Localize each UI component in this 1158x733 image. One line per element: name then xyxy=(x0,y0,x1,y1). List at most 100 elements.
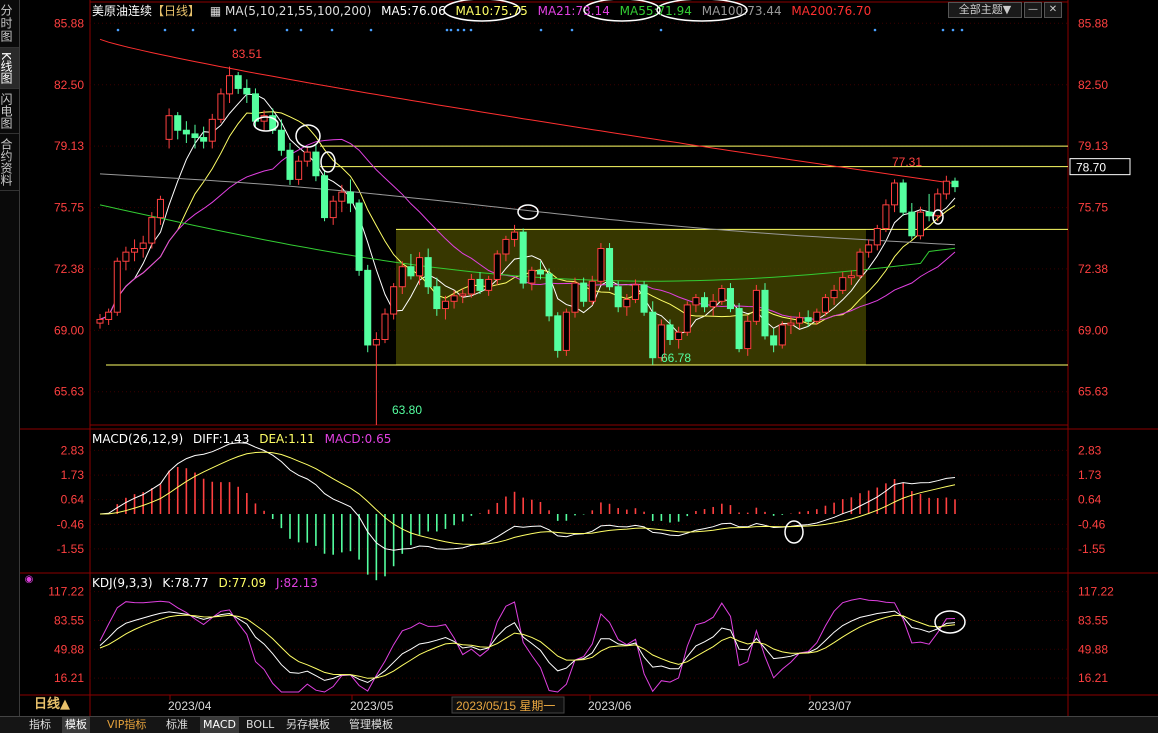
j-value: J:82.13 xyxy=(275,576,318,590)
price-tick-left: 69.00 xyxy=(54,323,84,337)
event-marker xyxy=(462,28,466,32)
candle-body xyxy=(329,200,337,219)
tab-standard[interactable]: 标准 xyxy=(163,717,191,733)
candle-body xyxy=(804,317,812,322)
tab-save-template[interactable]: 另存模板 xyxy=(283,717,333,733)
macd-value: MACD:0.65 xyxy=(324,432,392,446)
event-marker xyxy=(116,28,120,32)
event-marker xyxy=(873,28,877,32)
candle-body xyxy=(398,266,406,288)
event-marker xyxy=(299,28,303,32)
candle-body xyxy=(208,118,216,142)
candle-body xyxy=(156,198,164,219)
close-icon[interactable]: ✕ xyxy=(1044,2,1062,18)
price-tick-right: 85.88 xyxy=(1078,16,1108,30)
candle-body xyxy=(424,257,432,288)
highlight-circle xyxy=(517,204,539,220)
candle-body xyxy=(856,251,864,277)
candle-body xyxy=(502,238,510,255)
candle-body xyxy=(675,331,683,340)
candle-body xyxy=(562,311,570,351)
ma10-value: MA10:75.75 xyxy=(455,4,528,18)
tab-macd[interactable]: MACD xyxy=(200,717,239,733)
main-legend: 美原油连续【日线】 ▦ MA(5,10,21,55,100,200) MA5:7… xyxy=(92,2,877,19)
candle-body xyxy=(813,311,821,322)
candle-body xyxy=(113,260,121,313)
sidebar: 分时图 K线图 闪电图 合约资料 xyxy=(0,0,20,716)
candle-body xyxy=(485,278,493,291)
tab-time-share[interactable]: 分时图 xyxy=(0,0,19,48)
settings-icon[interactable]: ▦ xyxy=(210,4,221,18)
ma100-value: MA100:73.44 xyxy=(701,4,782,18)
candle-body xyxy=(597,248,605,282)
candle-body xyxy=(787,322,795,326)
kdj-tick-right: 16.21 xyxy=(1078,671,1108,685)
tab-template[interactable]: 模板 xyxy=(62,717,90,733)
candle-body xyxy=(942,180,950,195)
macd-tick-left: -1.55 xyxy=(57,542,85,556)
date-label: 2023/07 xyxy=(808,699,852,713)
candle-body xyxy=(692,297,700,306)
event-marker xyxy=(163,28,167,32)
indicator-settings-icon[interactable]: ◉ xyxy=(22,573,36,587)
macd-tick-right: 1.73 xyxy=(1078,468,1102,482)
candle-body xyxy=(536,269,544,275)
candle-body xyxy=(122,251,130,262)
ma5-value: MA5:76.06 xyxy=(381,4,446,18)
candle-body xyxy=(528,269,536,284)
tab-kline[interactable]: K线图 xyxy=(0,48,19,89)
price-tick-left: 75.75 xyxy=(54,201,84,215)
event-marker xyxy=(570,28,574,32)
candle-body xyxy=(234,75,242,89)
candle-body xyxy=(640,284,648,313)
candle-body xyxy=(735,308,743,350)
candle-body xyxy=(226,75,234,95)
last-price-label: 78.70 xyxy=(1076,161,1106,175)
event-marker xyxy=(659,28,663,32)
tab-flash-chart[interactable]: 闪电图 xyxy=(0,89,19,134)
tab-label: 合约资料 xyxy=(0,137,13,186)
candle-body xyxy=(139,242,147,250)
chart-canvas[interactable]: 85.88 85.88 82.50 82.50 79.13 79.13 75.75 75.75… xyxy=(20,0,1158,716)
ma55-value: MA55:71.94 xyxy=(619,4,692,18)
candle-body xyxy=(821,297,829,313)
candle-body xyxy=(726,288,734,310)
candle-body xyxy=(441,300,449,310)
candle-body xyxy=(416,257,424,277)
tab-vip-indicator[interactable]: VIP指标 xyxy=(104,717,149,733)
kdj-tick-right: 49.88 xyxy=(1078,642,1108,656)
d-value: D:77.09 xyxy=(218,576,267,590)
candle-body xyxy=(338,191,346,202)
candle-body xyxy=(778,324,786,346)
candle-body xyxy=(165,115,173,140)
event-marker xyxy=(445,28,449,32)
date-label: 2023/06 xyxy=(588,699,632,713)
candle-body xyxy=(519,231,527,284)
candle-body xyxy=(346,191,354,204)
candle-body xyxy=(631,284,639,300)
tab-contract-info[interactable]: 合约资料 xyxy=(0,134,19,191)
candle-body xyxy=(321,175,329,219)
macd-name: MACD(26,12,9) xyxy=(92,432,184,446)
macd-tick-left: 2.83 xyxy=(61,443,85,457)
kdj-name: KDJ(9,3,3) xyxy=(92,576,153,590)
candle-body xyxy=(433,286,441,310)
highlight-circle xyxy=(934,610,966,634)
period-selector-button[interactable]: 日线▲ xyxy=(22,696,82,714)
candle-body xyxy=(476,278,484,291)
ma-set: MA(5,10,21,55,100,200) xyxy=(225,4,372,18)
recent-high-label: 77.31 xyxy=(892,155,922,169)
tab-indicator[interactable]: 指标 xyxy=(26,717,54,733)
minimize-icon[interactable]: — xyxy=(1024,2,1042,18)
candle-body xyxy=(882,204,890,230)
candle-body xyxy=(96,318,104,324)
candle-body xyxy=(131,248,139,253)
price-tick-left: 79.13 xyxy=(54,139,84,153)
candle-body xyxy=(623,298,631,308)
tab-boll[interactable]: BOLL xyxy=(243,717,277,733)
candle-body xyxy=(571,282,579,313)
theme-select-button[interactable]: 全部主题▼ xyxy=(948,2,1022,18)
candle-body xyxy=(908,211,916,237)
candle-body xyxy=(580,282,588,302)
tab-manage-template[interactable]: 管理模板 xyxy=(346,717,396,733)
